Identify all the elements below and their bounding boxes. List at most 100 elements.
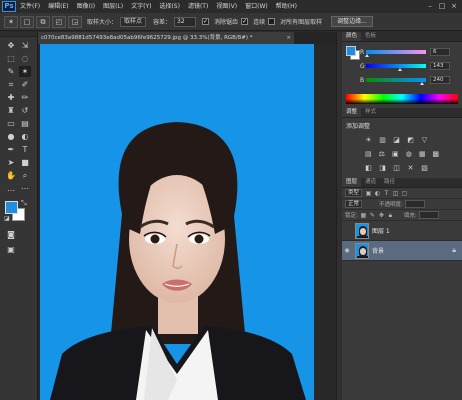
history-brush-tool-icon[interactable]: ↺	[19, 105, 31, 116]
channel-slider[interactable]	[365, 50, 426, 57]
tab-color[interactable]: 颜色	[342, 32, 362, 41]
shape-tool-icon[interactable]: ■	[19, 157, 31, 168]
adjustment-row3-0-icon[interactable]: ◧	[364, 164, 373, 172]
refine-edge-button[interactable]: 调整边缘...	[331, 16, 373, 27]
adjustment-row3-4-icon[interactable]: ▨	[420, 164, 429, 172]
foreground-color-swatch[interactable]	[5, 201, 18, 214]
tolerance-input[interactable]: 32	[174, 16, 197, 27]
subtract-selection-icon[interactable]: ◰	[52, 15, 66, 28]
adjustment-row1-4-icon[interactable]: ▽	[420, 136, 429, 144]
adjustment-row2-3-icon[interactable]: ◍	[405, 150, 414, 158]
magic-wand-preset-icon[interactable]: ✶	[4, 15, 18, 28]
adjustment-row1-3-icon[interactable]: ◩	[406, 136, 415, 144]
adjustment-row2-5-icon[interactable]: ▩	[432, 150, 441, 158]
layer-name[interactable]: 图层 1	[372, 226, 390, 235]
healing-tool-icon[interactable]: ✚	[5, 92, 17, 103]
fill-input[interactable]	[418, 211, 439, 219]
screen-mode-icon[interactable]: ▣	[5, 244, 17, 255]
channel-value-input[interactable]: 240	[430, 76, 450, 84]
kind-filter-select[interactable]: 类型	[345, 189, 363, 197]
minimize-button[interactable]: –	[424, 1, 436, 11]
dodge-tool-icon[interactable]: ◐	[19, 131, 31, 142]
panel-foreground-color[interactable]	[346, 46, 356, 56]
lock-paint-icon[interactable]: ✎	[369, 212, 376, 219]
adjustment-row2-2-icon[interactable]: ▣	[391, 150, 400, 158]
channel-value-input[interactable]: 6	[430, 48, 450, 56]
opacity-input[interactable]	[404, 200, 425, 208]
adjustment-row3-2-icon[interactable]: ◫	[392, 164, 401, 172]
pen-tool-icon[interactable]: ✒	[5, 144, 17, 155]
pixel-filter-icon[interactable]: ▣	[365, 190, 372, 197]
new-selection-icon[interactable]: □	[20, 15, 34, 28]
adjustment-filter-icon[interactable]: ◐	[374, 190, 381, 197]
layer-lock-icon[interactable]: 🔒︎	[452, 246, 456, 255]
adjustment-row2-4-icon[interactable]: ▦	[418, 150, 427, 158]
edit-toolbar-icon[interactable]: ⋯	[19, 183, 31, 194]
adjustment-row1-2-icon[interactable]: ◪	[392, 136, 401, 144]
menu-layer[interactable]: 图层(L)	[99, 0, 127, 13]
menu-help[interactable]: 帮助(H)	[272, 0, 301, 13]
zoom-tool-icon[interactable]: ⌕	[19, 170, 31, 181]
adjustment-row1-1-icon[interactable]: ▥	[378, 136, 387, 144]
smart-filter-icon[interactable]: ▢	[401, 190, 408, 197]
intersect-selection-icon[interactable]: ◲	[68, 15, 82, 28]
adjustment-row1-0-icon[interactable]: ☀	[364, 136, 373, 144]
lock-position-icon[interactable]: ✥	[378, 212, 385, 219]
menu-select[interactable]: 选择(S)	[155, 0, 184, 13]
blend-mode-select[interactable]: 正常	[345, 200, 363, 208]
type-tool-icon[interactable]: T	[19, 144, 31, 155]
lasso-tool-icon[interactable]: ◌	[19, 53, 31, 64]
menu-edit[interactable]: 编辑(E)	[44, 0, 72, 13]
quick-mask-icon[interactable]: ◙	[5, 229, 17, 240]
lock-all-icon[interactable]: 🔒︎	[387, 212, 394, 219]
layer-row[interactable]: ◉ 背景 🔒︎	[342, 241, 462, 261]
tab-channels[interactable]: 通道	[361, 178, 380, 187]
maximize-button[interactable]: □	[436, 1, 448, 11]
menu-type[interactable]: 文字(Y)	[127, 0, 155, 13]
crop-tool-icon[interactable]: ⌗	[5, 79, 17, 90]
tab-swatches[interactable]: 色板	[361, 32, 380, 41]
menu-file[interactable]: 文件(F)	[16, 0, 44, 13]
close-window-button[interactable]: ×	[448, 1, 460, 11]
lock-pixels-icon[interactable]: ▦	[360, 212, 367, 219]
adjustment-row2-1-icon[interactable]: ⚖	[378, 150, 387, 158]
close-document-icon[interactable]: ×	[286, 32, 291, 44]
antialias-checkbox[interactable]: ✓	[202, 18, 210, 25]
default-colors-icon[interactable]: ◪	[4, 215, 10, 222]
artboard-tool-icon[interactable]: ⇲	[19, 40, 31, 51]
path-select-tool-icon[interactable]: ➤	[5, 157, 17, 168]
swap-colors-icon[interactable]: ⤡	[21, 199, 27, 208]
add-selection-icon[interactable]: ⧉	[36, 15, 50, 28]
magic-wand-tool-icon[interactable]: ✶	[19, 66, 31, 77]
slider-knob[interactable]	[365, 54, 370, 57]
channel-slider[interactable]	[366, 64, 426, 71]
tab-styles[interactable]: 样式	[361, 108, 380, 117]
contiguous-checkbox[interactable]: ✓	[241, 18, 249, 25]
slider-knob[interactable]	[420, 82, 425, 85]
eyedropper-tool-icon[interactable]: ✐	[19, 79, 31, 90]
adjustment-row2-0-icon[interactable]: ▤	[364, 150, 373, 158]
hand-tool-icon[interactable]: ✋	[5, 170, 17, 181]
channel-slider[interactable]	[366, 78, 426, 85]
blur-tool-icon[interactable]: ●	[5, 131, 17, 142]
canvas-area[interactable]	[38, 44, 340, 400]
channel-value-input[interactable]: 143	[430, 62, 450, 70]
quick-select-tool-icon[interactable]: ✎	[5, 66, 17, 77]
gradient-tool-icon[interactable]: ▤	[19, 118, 31, 129]
tab-layers[interactable]: 图层	[342, 178, 362, 187]
menu-filter[interactable]: 滤镜(T)	[184, 0, 212, 13]
tab-paths[interactable]: 路径	[380, 178, 399, 187]
marquee-tool-icon[interactable]: ⬚	[5, 53, 17, 64]
clone-stamp-tool-icon[interactable]: ♜	[5, 105, 17, 116]
menu-window[interactable]: 窗口(W)	[241, 0, 272, 13]
shape-filter-icon[interactable]: ◫	[392, 190, 399, 197]
visibility-eye-icon[interactable]: ◉	[342, 247, 352, 254]
eraser-tool-icon[interactable]: ▭	[5, 118, 17, 129]
move-tool-icon[interactable]: ✥	[5, 40, 17, 51]
more-tools-icon[interactable]: …	[5, 183, 17, 194]
brush-tool-icon[interactable]: ✏	[19, 92, 31, 103]
type-filter-icon[interactable]: T	[383, 190, 390, 197]
adjustment-row3-1-icon[interactable]: ◨	[378, 164, 387, 172]
adjustment-row3-3-icon[interactable]: ✕	[406, 164, 415, 172]
tab-adjustments[interactable]: 调整	[342, 108, 362, 117]
